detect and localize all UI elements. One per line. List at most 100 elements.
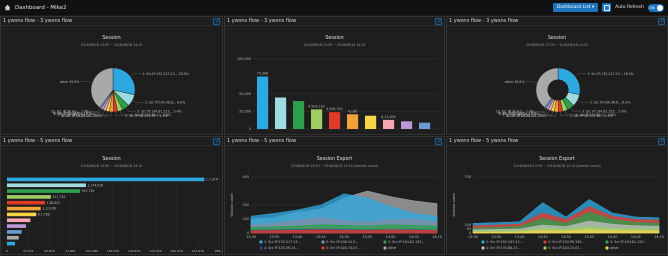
auto-refresh-toggle[interactable]: ON: [648, 3, 664, 12]
area-chart: 050100700Session count13:30 13:35 13:40 13:…: [452, 175, 664, 250]
bar: [7, 200, 46, 205]
leader-line: [80, 81, 93, 84]
x-tick-label: 71,881: [65, 249, 76, 253]
bar: [7, 183, 86, 188]
dashboard-title: Dashboard - Mike2: [15, 4, 67, 11]
home-icon[interactable]: [4, 4, 11, 11]
legend-swatch: [481, 240, 485, 244]
legend-label: 2: Src IP:106.10.2...: [326, 240, 358, 244]
legend-swatch: [543, 240, 547, 244]
slice-label: 10: Src IP:30.9.1... 1.3%: [51, 109, 89, 113]
area-chart: 0100200400Session count13:30 13:35 13:40 13…: [230, 175, 442, 250]
bar: [347, 114, 359, 129]
bar: [401, 121, 413, 129]
legend-label: 3: Src IP:194.81.153...: [388, 240, 425, 244]
x-tick-label: 13:45: [538, 235, 548, 239]
x-tick-label: 14:00: [608, 235, 618, 239]
legend-swatch: [383, 246, 387, 250]
x-tick-label: 14:00: [386, 235, 396, 239]
legend-label: 5: Src IP:203.74.07...: [548, 246, 583, 250]
bar: [7, 212, 37, 217]
dashboard-list-button[interactable]: Dashboard List ▾: [552, 3, 599, 12]
bar-value-label: 6,11,506: [381, 115, 395, 119]
bar: [293, 101, 305, 129]
bar-value-label: 1,174,028: [87, 183, 103, 187]
panel-area-1: 1 ywsns flow - 5 ywsns flow Session Expo…: [224, 136, 445, 255]
panel-area-2: 1 ywsns flow - 5 ywsns flow Session Expo…: [446, 136, 668, 255]
x-tick-label: 13:40: [515, 235, 525, 239]
legend-label: 1: Src IP:192.197.23...: [486, 240, 523, 244]
legend-label: other: [610, 246, 619, 250]
x-tick-label: 13:50: [561, 235, 571, 239]
bar-value-label: 4,504,120: [326, 107, 342, 111]
y-tick-label: 0: [249, 127, 251, 131]
bar-value-label: 919,759: [82, 189, 95, 193]
legend-label: other: [388, 246, 397, 250]
panel-pie-1: 1 ywsns flow - 3 ywsns flow Session 2018…: [0, 16, 223, 135]
pie-chart: 1: Src IP:132.217.23... 28.5% 2: Src IP:1…: [51, 67, 189, 118]
x-tick-label: 13:35: [269, 235, 279, 239]
area-series: [250, 229, 438, 234]
bar: [257, 76, 269, 129]
leader-line: [132, 100, 144, 103]
bar-value-label: 4,188: [348, 109, 357, 113]
slice-label: other 39.6%: [505, 80, 525, 84]
panel-donut-1: 1 ywsns flow - 3 ywsns flow Session 2018…: [446, 16, 668, 135]
legend-swatch: [259, 246, 263, 250]
bar: [7, 206, 41, 211]
refresh-button[interactable]: [602, 3, 612, 12]
bar: [7, 177, 205, 182]
slice-label: 5: Src IP:98.201.30... 3.2%: [570, 114, 612, 118]
bar: [419, 122, 431, 129]
leader-line: [125, 107, 137, 112]
legend-swatch: [321, 246, 325, 250]
y-tick-label: 100,000: [237, 57, 251, 61]
bar: [7, 241, 16, 246]
legend-swatch: [605, 240, 609, 244]
legend-swatch: [543, 246, 547, 250]
bar: [7, 224, 27, 228]
legend-label: 4: Src IP:135.88.23...: [486, 246, 521, 250]
x-tick-label: 13:50: [339, 235, 349, 239]
x-tick-label: 13:30: [468, 235, 478, 239]
bar-value-label: 1,38,847: [47, 201, 61, 205]
y-axis-label: Session count: [452, 193, 456, 217]
panel-hbar-1: 1 ywsns flow - 5 ywsns flow Session 2018…: [0, 136, 223, 255]
donut-chart: 1: Src IP:132.217.23... 28.5% 2: Src IP:1…: [496, 67, 634, 118]
y-tick-label: 50: [467, 227, 471, 231]
legend-swatch: [259, 240, 263, 244]
y-tick-label: 100: [243, 217, 249, 221]
slice-label: 10: Src IP:30.9.1... 1.3%: [496, 109, 534, 113]
bar-value-label: 4,504,120: [308, 104, 324, 108]
bar-value-label: 421,734: [52, 195, 65, 199]
bar: [7, 189, 81, 193]
x-tick-label: 101,986: [86, 249, 98, 253]
leader-line: [535, 107, 546, 112]
bar: [7, 195, 51, 199]
bar: [7, 218, 31, 223]
bar-chart: 0 25,000 50,000 100,000 75,998 4,504,1204,504…: [237, 57, 439, 131]
x-tick-label: 0: [6, 249, 8, 253]
x-tick-label: 14:05: [409, 235, 419, 239]
hbar-chart: 0 25,976 40,876 71,881 101,986 126,976 149,876…: [6, 177, 223, 253]
y-axis-label: Session count: [230, 193, 234, 217]
x-tick-label: 13:55: [584, 235, 594, 239]
bar-value-label: 75,998: [257, 72, 268, 76]
x-tick-label: 14:10: [654, 235, 664, 239]
x-tick-label: 13:30: [246, 235, 256, 239]
donut-hole: [547, 79, 569, 101]
bar-value-label: 1,7,374: [206, 178, 218, 182]
leader-line: [560, 111, 569, 116]
legend-label: 5: Src IP:203.74.07...: [326, 246, 361, 250]
x-tick-label: 126,976: [107, 249, 119, 253]
bar: [365, 115, 377, 129]
x-tick-label: 13:35: [491, 235, 501, 239]
x-tick-label: 13:55: [362, 235, 372, 239]
auto-refresh-label: Auto Refresh: [615, 5, 644, 10]
legend-swatch: [383, 240, 387, 244]
slice-label: 2: Src IP:100.48.6... 8.9%: [590, 101, 630, 105]
slice-label: other 39.6%: [60, 80, 80, 84]
bar: [329, 112, 341, 129]
leader-line: [577, 100, 589, 103]
leader-line: [130, 73, 142, 77]
